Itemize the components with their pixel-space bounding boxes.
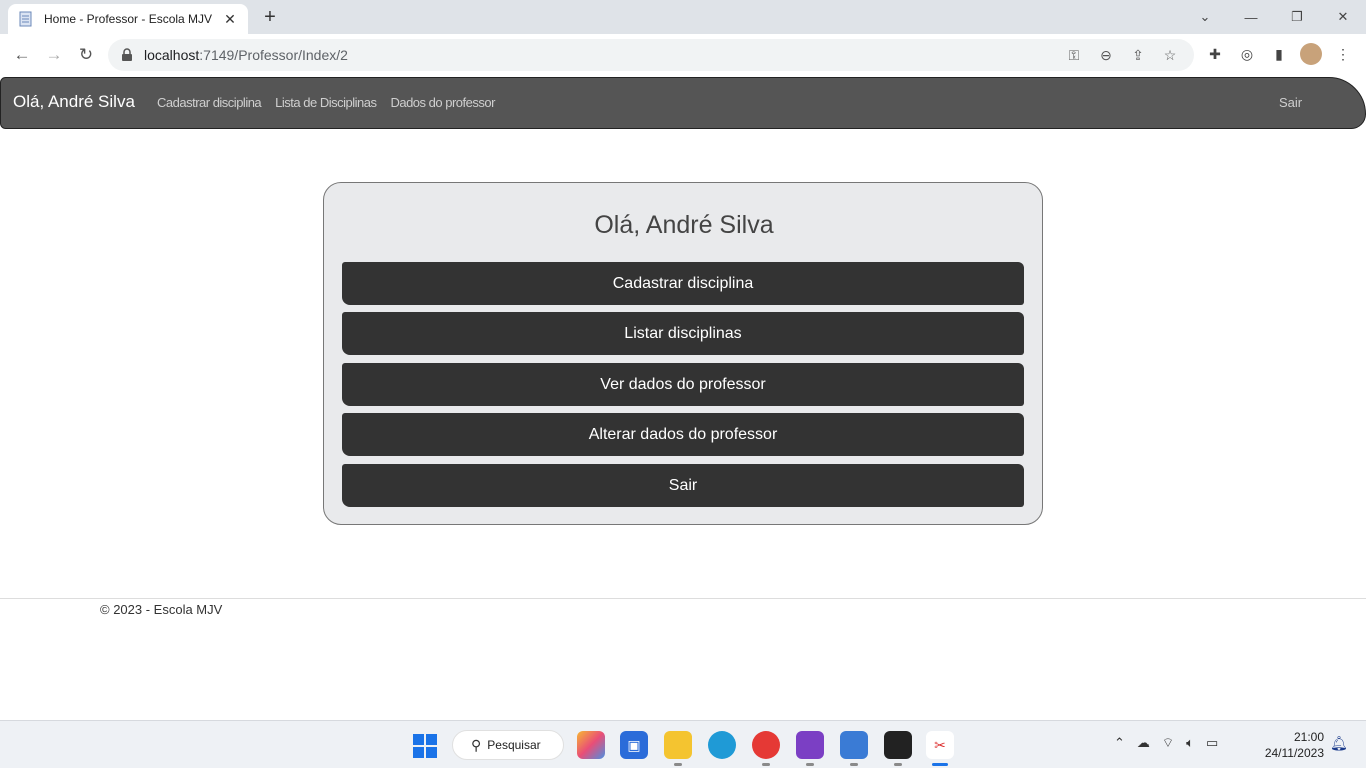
edge-icon[interactable] xyxy=(708,731,736,759)
share-icon[interactable]: ⇪ xyxy=(1128,45,1148,65)
onedrive-icon[interactable]: ☁ xyxy=(1137,735,1150,751)
store-icon[interactable]: ▣ xyxy=(620,731,648,759)
battery-icon[interactable]: ▭ xyxy=(1206,735,1218,751)
clock-time: 21:00 xyxy=(1293,730,1324,744)
omnibox-actions: ⚿ ⊖ ⇪ ☆ xyxy=(1064,45,1180,65)
browser-toolbar: ← → ↻ localhost:7149/Professor/Index/2 ⚿… xyxy=(0,34,1366,76)
bookmark-star-icon[interactable]: ☆ xyxy=(1160,45,1180,65)
notification-bell-icon[interactable]: 🔔︎ xyxy=(1330,735,1348,752)
visual-studio-icon[interactable] xyxy=(796,731,824,766)
new-tab-button[interactable]: + xyxy=(258,6,282,28)
windows-taskbar: ⚲ Pesquisar ▣ ✂ ⌃ ☁ ⌔ 🔈︎ ▭ 21:00 24/11/2… xyxy=(0,720,1366,768)
clock-date: 24/11/2023 xyxy=(1264,746,1324,760)
ver-dados-professor-button[interactable]: Ver dados do professor xyxy=(342,363,1024,406)
nav-lista-disciplinas[interactable]: Lista de Disciplinas xyxy=(275,95,377,110)
restore-icon[interactable]: ❐ xyxy=(1274,0,1320,34)
browser-tab[interactable]: Home - Professor - Escola MJV ✕ xyxy=(8,4,248,34)
navbar-links: Cadastrar disciplina Lista de Disciplina… xyxy=(157,95,495,110)
system-tray: ⌃ ☁ ⌔ 🔈︎ ▭ xyxy=(1114,735,1218,751)
taskbar-search-label: Pesquisar xyxy=(487,738,541,752)
chevron-up-icon[interactable]: ⌃ xyxy=(1114,735,1125,751)
page-icon xyxy=(19,11,32,27)
nav-dados-professor[interactable]: Dados do professor xyxy=(390,95,495,110)
terminal-icon[interactable] xyxy=(884,731,912,766)
active-indicator xyxy=(932,763,948,766)
nav-logout-link[interactable]: Sair xyxy=(1279,95,1302,110)
key-icon[interactable]: ⚿ xyxy=(1064,45,1084,65)
professor-home-card: Olá, André Silva Cadastrar disciplina Li… xyxy=(323,182,1043,525)
listar-disciplinas-button[interactable]: Listar disciplinas xyxy=(342,312,1024,355)
chrome-icon[interactable] xyxy=(752,731,780,766)
minimize-icon[interactable]: — xyxy=(1228,0,1274,34)
running-indicator xyxy=(674,763,682,766)
running-indicator xyxy=(806,763,814,766)
url-host: localhost xyxy=(144,47,200,63)
sair-button[interactable]: Sair xyxy=(342,464,1024,507)
side-panel-icon[interactable]: ▮ xyxy=(1268,43,1290,65)
performance-icon[interactable]: ◎ xyxy=(1236,43,1258,65)
footer-copyright: © 2023 - Escola MJV xyxy=(100,602,223,617)
back-icon[interactable]: ← xyxy=(10,43,34,67)
volume-icon[interactable]: 🔈︎ xyxy=(1186,735,1194,751)
url-path: :7149/Professor/Index/2 xyxy=(199,47,348,63)
alterar-dados-professor-button[interactable]: Alterar dados do professor xyxy=(342,413,1024,456)
running-indicator xyxy=(894,763,902,766)
forward-icon[interactable]: → xyxy=(42,43,66,67)
search-icon: ⚲ xyxy=(471,736,482,753)
nav-cadastrar-disciplina[interactable]: Cadastrar disciplina xyxy=(157,95,262,110)
browser-tab-strip: Home - Professor - Escola MJV ✕ + ⌄ — ❐ … xyxy=(0,0,1366,34)
start-windows-icon[interactable] xyxy=(413,734,437,758)
extension-icons: ✚ ◎ ▮ ⋮ xyxy=(1204,43,1354,65)
tab-search-icon[interactable]: ⌄ xyxy=(1182,0,1228,34)
url-text: localhost:7149/Professor/Index/2 xyxy=(144,47,348,63)
zoom-icon[interactable]: ⊖ xyxy=(1096,45,1116,65)
copilot-icon[interactable] xyxy=(577,731,605,759)
close-window-icon[interactable]: ✕ xyxy=(1320,0,1366,34)
taskbar-search[interactable]: ⚲ Pesquisar xyxy=(452,730,564,760)
extensions-puzzle-icon[interactable]: ✚ xyxy=(1204,43,1226,65)
wifi-icon[interactable]: ⌔ xyxy=(1162,735,1174,751)
snipping-tool-icon[interactable]: ✂ xyxy=(926,731,954,766)
address-bar[interactable]: localhost:7149/Professor/Index/2 ⚿ ⊖ ⇪ ☆ xyxy=(108,39,1194,71)
menu-kebab-icon[interactable]: ⋮ xyxy=(1332,43,1354,65)
running-indicator xyxy=(762,763,770,766)
system-clock[interactable]: 21:00 24/11/2023 xyxy=(1260,729,1324,761)
file-explorer-icon[interactable] xyxy=(664,731,692,766)
reload-icon[interactable]: ↻ xyxy=(74,43,98,67)
tab-title: Home - Professor - Escola MJV xyxy=(44,12,213,26)
card-title: Olá, André Silva xyxy=(594,211,774,239)
notepad-icon[interactable] xyxy=(840,731,868,766)
app-navbar: Olá, André Silva Cadastrar disciplina Li… xyxy=(0,77,1366,129)
lock-icon xyxy=(122,48,132,61)
navbar-brand[interactable]: Olá, André Silva xyxy=(13,92,135,112)
profile-avatar[interactable] xyxy=(1300,43,1322,65)
running-indicator xyxy=(850,763,858,766)
window-controls: ⌄ — ❐ ✕ xyxy=(1182,0,1366,34)
close-tab-icon[interactable]: ✕ xyxy=(222,11,238,28)
footer-divider xyxy=(0,598,1366,599)
cadastrar-disciplina-button[interactable]: Cadastrar disciplina xyxy=(342,262,1024,305)
